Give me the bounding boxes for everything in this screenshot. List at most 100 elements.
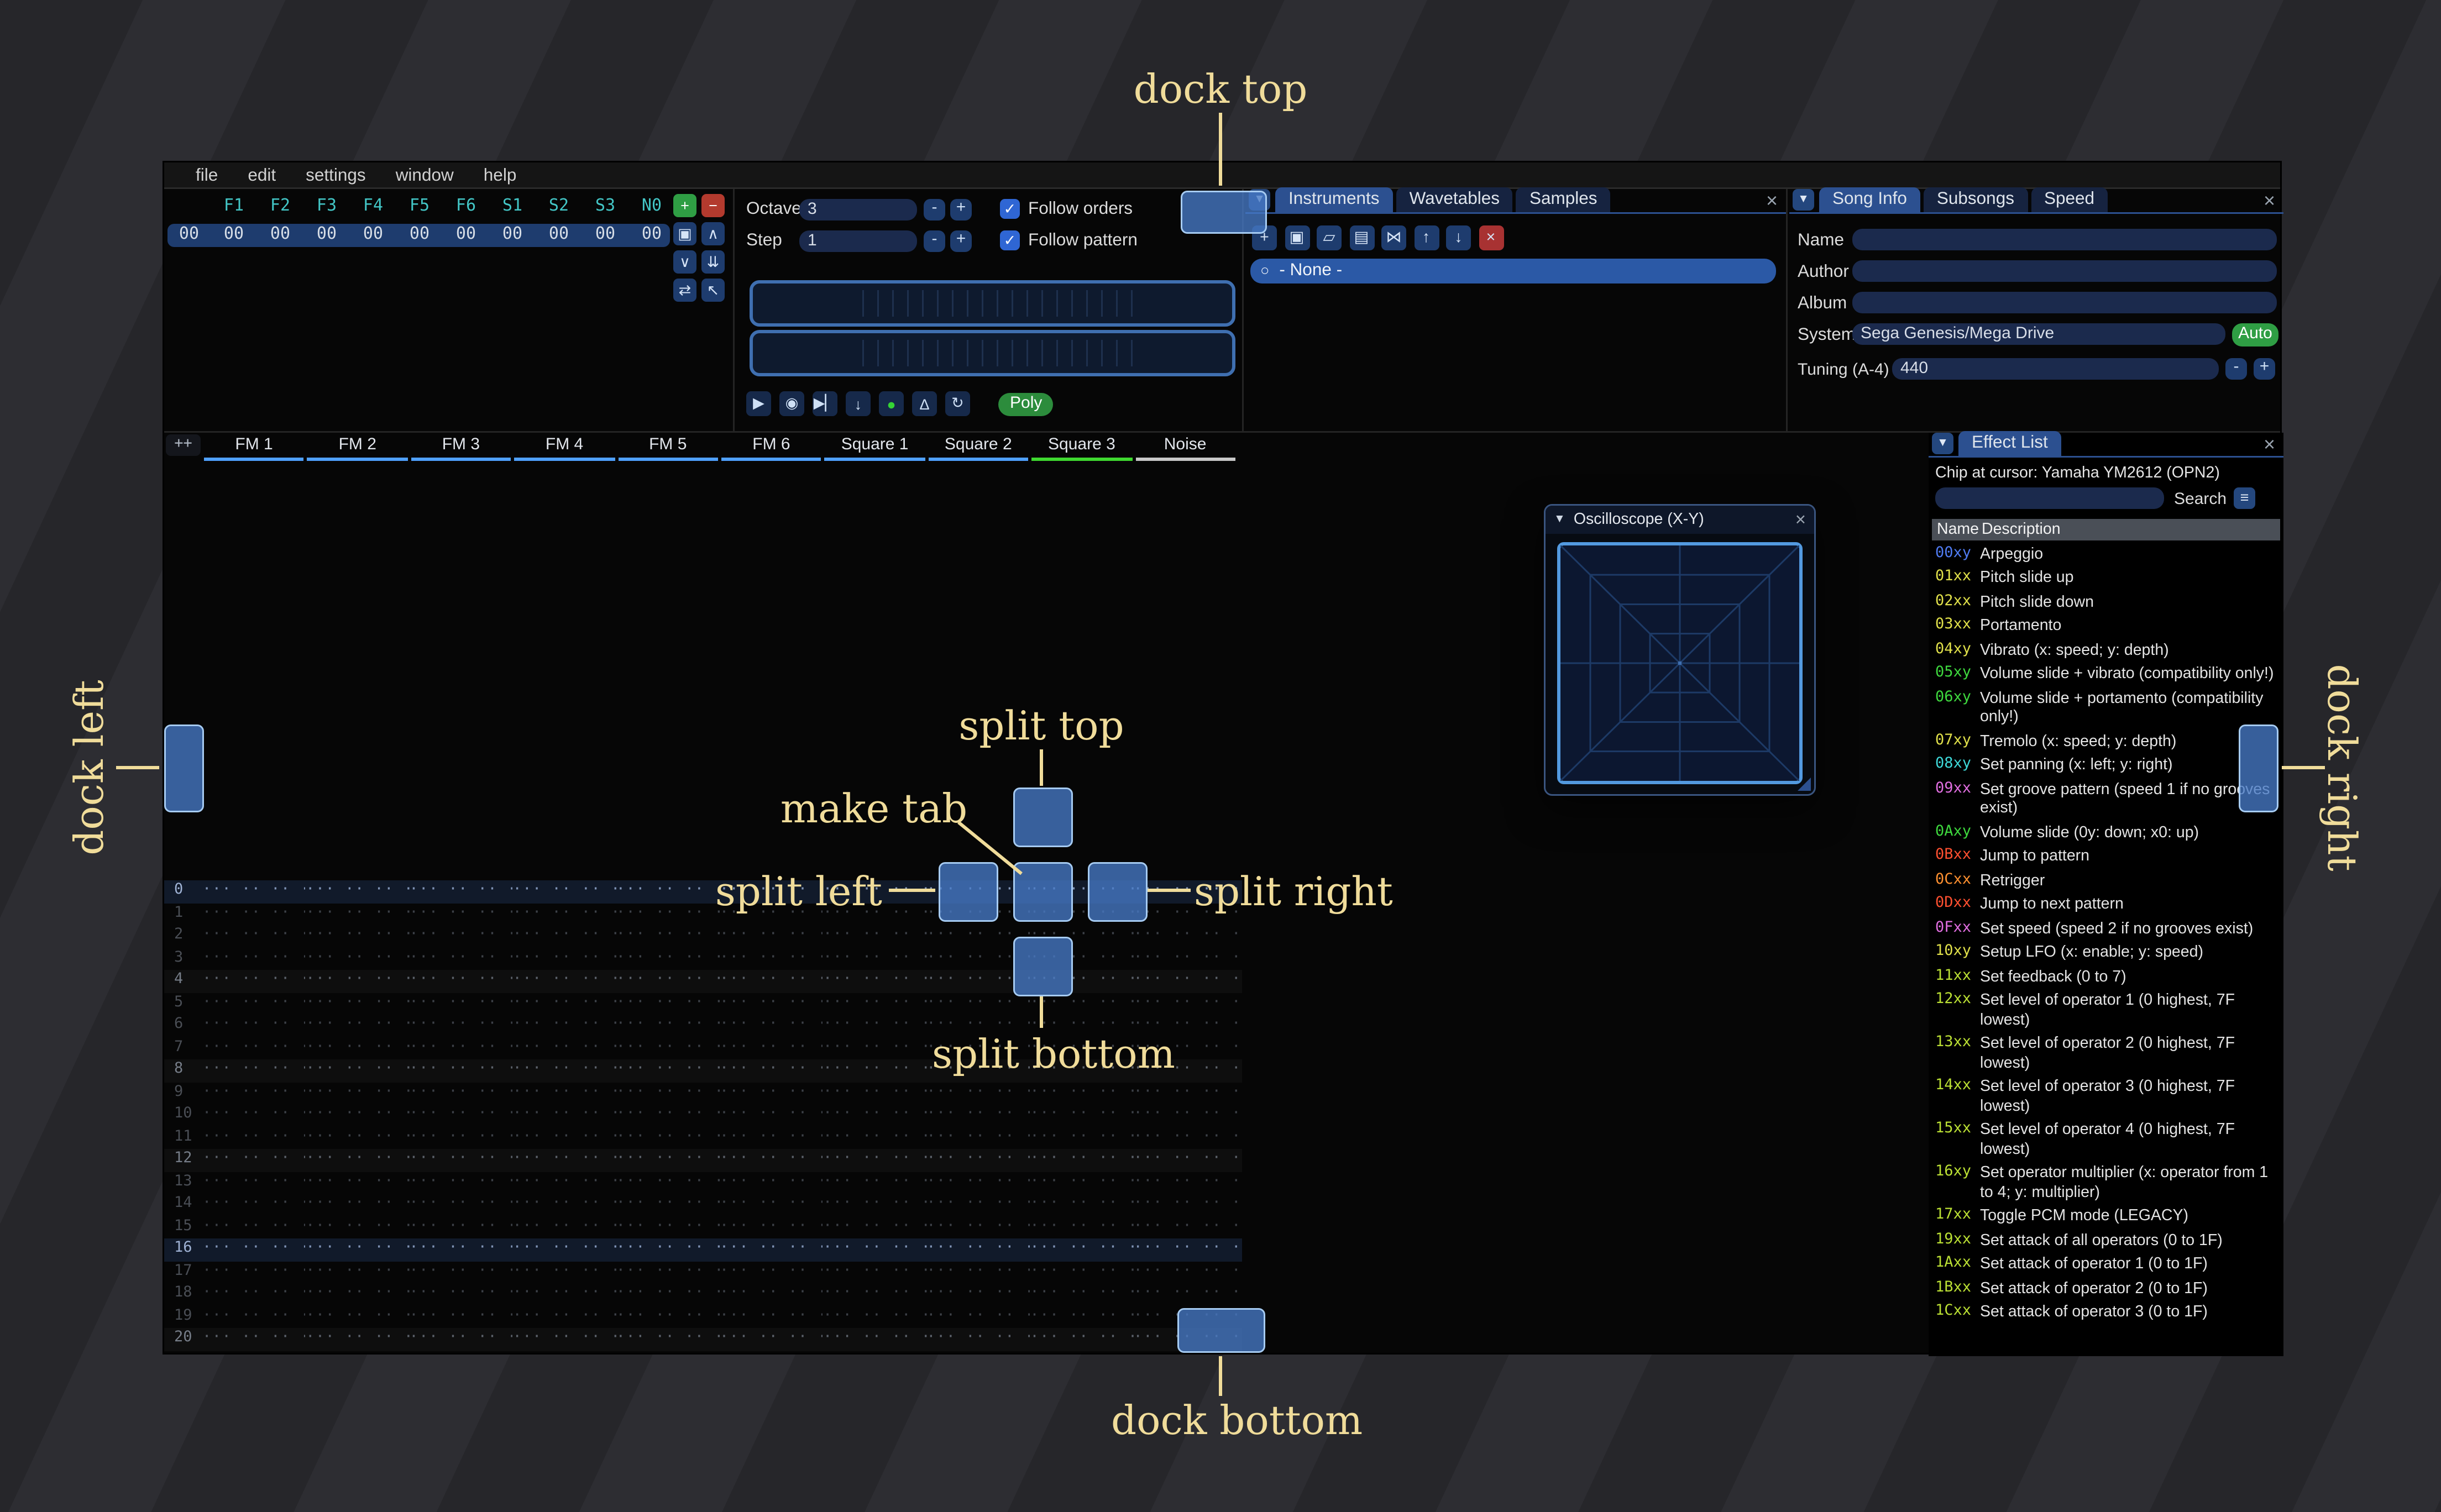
song-info-tab[interactable]: Song Info — [1819, 187, 1920, 212]
pattern-cell[interactable]: ··· ·· ·· ·· — [720, 993, 823, 1015]
pattern-cell[interactable]: ··· ·· ·· ·· — [1030, 1283, 1133, 1306]
pattern-cell[interactable]: ··· ·· ·· ·· — [1030, 1194, 1133, 1216]
pattern-cell[interactable]: ··· ·· ·· ·· — [823, 1149, 926, 1172]
pattern-cell[interactable]: ··· ·· ·· ·· — [1134, 1082, 1237, 1105]
effect-list-tab[interactable]: Effect List — [1958, 431, 2061, 456]
pattern-cell[interactable]: ··· ·· ·· ·· — [513, 1351, 616, 1353]
pattern-cell[interactable]: ··· ·· ·· ·· — [513, 1238, 616, 1261]
pattern-cell[interactable]: ··· ·· ·· ·· — [823, 1283, 926, 1306]
pattern-cell[interactable]: ··· ·· ·· ·· — [513, 1328, 616, 1351]
effect-list-menu-icon[interactable]: ≡ — [2234, 487, 2255, 509]
dock-target-bottom[interactable] — [1177, 1308, 1265, 1353]
pattern-cell[interactable]: ··· ·· ·· ·· — [926, 1172, 1030, 1194]
pattern-cell[interactable]: ··· ·· ·· ·· — [202, 1194, 306, 1216]
pattern-cell[interactable]: ··· ·· ·· ·· — [513, 1306, 616, 1329]
pattern-cell[interactable]: ··· ·· ·· ·· — [1030, 1172, 1133, 1194]
octave-input[interactable]: 3 — [799, 199, 917, 221]
pattern-cell[interactable]: ··· ·· ·· ·· — [720, 1216, 823, 1239]
pattern-channel[interactable]: FM 3 — [409, 434, 512, 461]
pattern-cell[interactable]: ··· ·· ·· ·· — [306, 948, 409, 970]
instruments-toolbar-button[interactable]: ▣ — [1284, 225, 1309, 250]
pattern-cell[interactable]: ··· ·· ·· ·· — [306, 1015, 409, 1037]
pattern-cell[interactable]: ··· ·· ·· ·· — [1134, 970, 1237, 993]
split-target-left[interactable] — [939, 862, 998, 922]
pattern-cell[interactable]: ··· ·· ·· ·· — [202, 1082, 306, 1105]
pattern-cell[interactable]: ··· ·· ·· ·· — [720, 948, 823, 970]
split-target-right[interactable] — [1088, 862, 1148, 922]
pattern-cell[interactable]: ··· ·· ·· ·· — [513, 970, 616, 993]
pattern-cell[interactable]: ··· ·· ·· ·· — [513, 1127, 616, 1149]
orders-toolbar-button[interactable]: ∨ — [673, 250, 696, 274]
pattern-cell[interactable]: ··· ·· ·· ·· — [1134, 1194, 1237, 1216]
pattern-cell[interactable]: ··· ·· ·· ·· — [409, 1059, 512, 1082]
piano-lower[interactable] — [750, 330, 1235, 376]
transport-button[interactable]: Δ — [912, 391, 937, 416]
song-info-tab[interactable]: Subsongs — [1923, 187, 2028, 212]
step-input[interactable]: 1 — [799, 230, 917, 252]
instruments-toolbar-button[interactable]: ⋈ — [1381, 225, 1406, 250]
transport-button[interactable]: ↻ — [945, 391, 970, 416]
pattern-cell[interactable]: ··· ·· ·· ·· — [513, 1216, 616, 1239]
instruments-toolbar-button[interactable]: ▱ — [1317, 225, 1342, 250]
pattern-cell[interactable]: ··· ·· ·· ·· — [823, 1059, 926, 1082]
pattern-cell[interactable]: ··· ·· ·· ·· — [306, 1216, 409, 1239]
pattern-cell[interactable]: ··· ·· ·· ·· — [720, 1127, 823, 1149]
pattern-cell[interactable]: ··· ·· ·· ·· — [1134, 1238, 1237, 1261]
pattern-cell[interactable]: ··· ·· ·· ·· — [1030, 1216, 1133, 1239]
orders-cell[interactable]: 00 — [211, 224, 257, 247]
orders-cell[interactable]: 00 — [350, 224, 396, 247]
pattern-cell[interactable]: ··· ·· ·· ·· — [409, 970, 512, 993]
pattern-cell[interactable]: ··· ·· ·· ·· — [926, 1261, 1030, 1284]
pattern-cell[interactable]: ··· ·· ·· ·· — [202, 1104, 306, 1127]
pattern-cell[interactable]: ··· ·· ·· ·· — [720, 1351, 823, 1353]
pattern-cell[interactable]: ··· ·· ·· ·· — [409, 1216, 512, 1239]
pattern-cell[interactable]: ··· ·· ·· ·· — [926, 1351, 1030, 1353]
pattern-cell[interactable]: ··· ·· ·· ·· — [306, 1172, 409, 1194]
pattern-cell[interactable]: ··· ·· ·· ·· — [1134, 948, 1237, 970]
instruments-tab[interactable]: Instruments — [1275, 187, 1393, 212]
pattern-cell[interactable]: ··· ·· ·· ·· — [409, 1194, 512, 1216]
orders-toolbar-button[interactable]: + — [673, 194, 696, 217]
pattern-cell[interactable]: ··· ·· ·· ·· — [513, 1172, 616, 1194]
pattern-cell[interactable]: ··· ·· ·· ·· — [202, 948, 306, 970]
pattern-cell[interactable]: ··· ·· ·· ·· — [513, 1082, 616, 1105]
pattern-cell[interactable]: ··· ·· ·· ·· — [823, 1172, 926, 1194]
pattern-cell[interactable]: ··· ·· ·· ·· — [1030, 1238, 1133, 1261]
orders-toolbar-button[interactable]: ▣ — [673, 222, 696, 245]
pattern-cell[interactable]: ··· ·· ·· ·· — [409, 1082, 512, 1105]
pattern-cell[interactable]: ··· ·· ·· ·· — [926, 1082, 1030, 1105]
pattern-channel[interactable]: FM 2 — [306, 434, 409, 461]
pattern-cell[interactable]: ··· ·· ·· ·· — [1134, 925, 1237, 948]
pattern-cell[interactable]: ··· ·· ·· ·· — [409, 1328, 512, 1351]
pattern-cell[interactable]: ··· ·· ·· ·· — [926, 1328, 1030, 1351]
pattern-cell[interactable]: ··· ·· ·· ·· — [720, 1104, 823, 1127]
make-tab-target[interactable] — [1013, 862, 1073, 922]
pattern-cell[interactable]: ··· ·· ·· ·· — [1134, 1104, 1237, 1127]
pattern-channel[interactable]: Square 2 — [926, 434, 1030, 461]
pattern-cell[interactable]: ··· ·· ·· ·· — [513, 948, 616, 970]
pattern-cell[interactable]: ··· ·· ·· ·· — [926, 993, 1030, 1015]
pattern-cell[interactable]: ··· ·· ·· ·· — [926, 1149, 1030, 1172]
name-field[interactable] — [1852, 229, 2277, 250]
pattern-cell[interactable]: ··· ·· ·· ·· — [513, 903, 616, 926]
pattern-cell[interactable]: ··· ·· ·· ·· — [616, 1172, 720, 1194]
pattern-cell[interactable]: ··· ·· ·· ·· — [616, 1238, 720, 1261]
step-minus-button[interactable]: - — [924, 230, 945, 252]
pattern-cell[interactable]: ··· ·· ·· ·· — [513, 1059, 616, 1082]
pattern-cell[interactable]: ··· ·· ·· ·· — [306, 1261, 409, 1284]
instruments-tab[interactable]: Samples — [1516, 187, 1611, 212]
instruments-toolbar-button[interactable]: ↓ — [1446, 225, 1471, 250]
close-icon[interactable]: × — [2255, 189, 2283, 212]
pattern-cell[interactable]: ··· ·· ·· ·· — [823, 993, 926, 1015]
pattern-cell[interactable]: ··· ·· ·· ·· — [306, 1082, 409, 1105]
pattern-cell[interactable]: ··· ·· ·· ·· — [409, 1238, 512, 1261]
pattern-cell[interactable]: ··· ·· ·· ·· — [513, 993, 616, 1015]
pattern-cell[interactable]: ··· ·· ·· ·· — [720, 1261, 823, 1284]
pattern-cell[interactable]: ··· ·· ·· ·· — [202, 1351, 306, 1353]
step-plus-button[interactable]: + — [950, 230, 972, 252]
orders-toolbar-button[interactable]: ∧ — [701, 222, 725, 245]
pattern-cell[interactable]: ··· ·· ·· ·· — [306, 1104, 409, 1127]
pattern-cell[interactable]: ··· ·· ·· ·· — [926, 1216, 1030, 1239]
pattern-cell[interactable]: ··· ·· ·· ·· — [409, 1261, 512, 1284]
pattern-cell[interactable]: ··· ·· ·· ·· — [306, 1059, 409, 1082]
